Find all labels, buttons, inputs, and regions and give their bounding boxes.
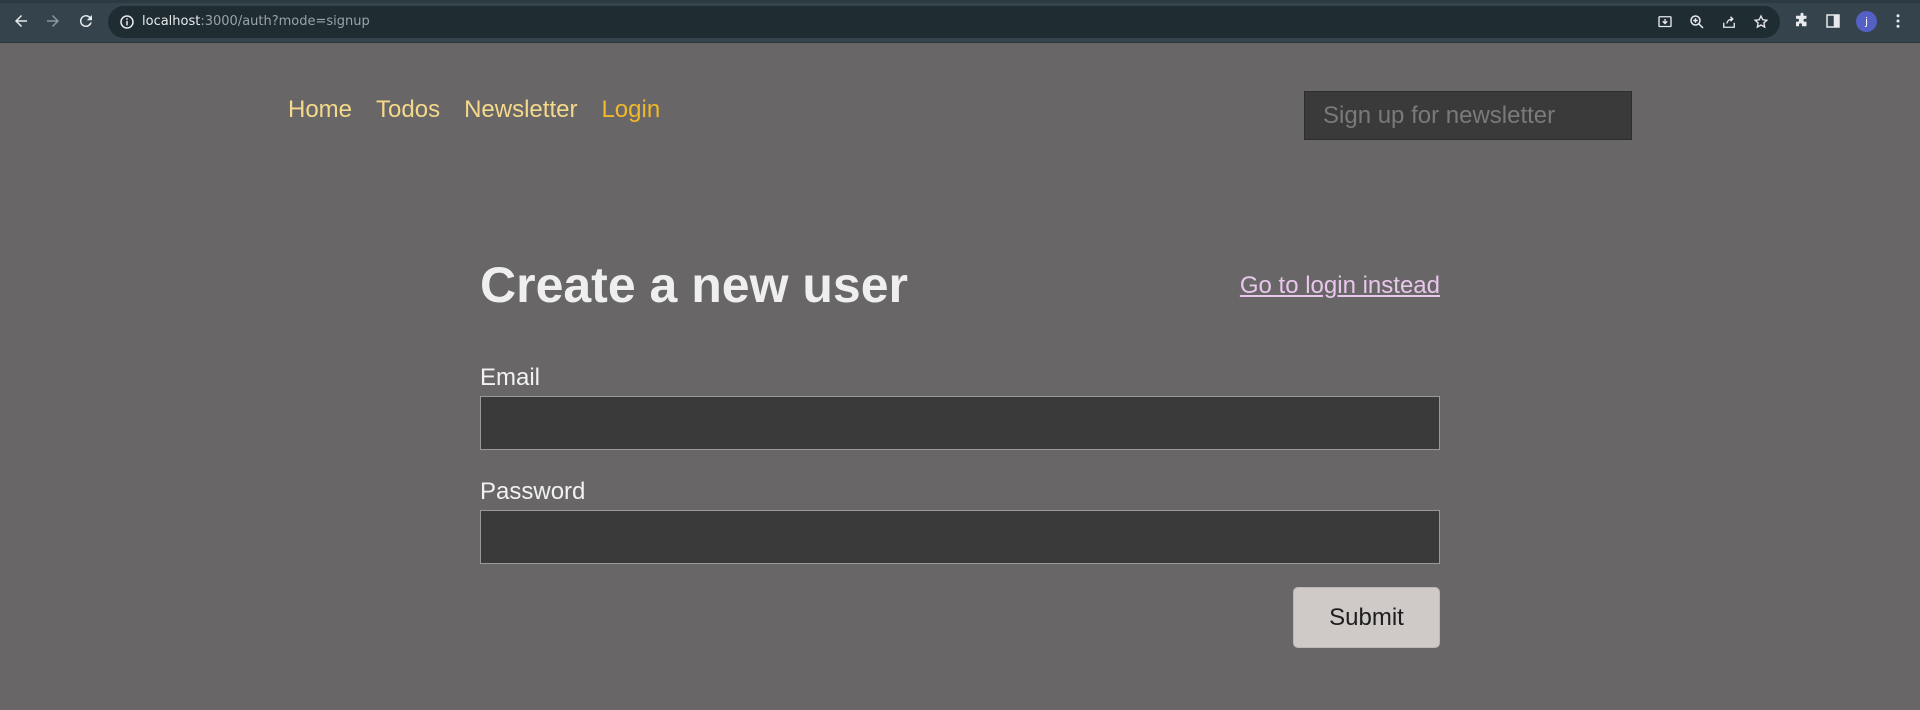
- menu-dots-icon[interactable]: [1889, 12, 1907, 30]
- forward-arrow-icon[interactable]: [41, 9, 65, 33]
- info-icon[interactable]: [118, 13, 136, 31]
- url-path: :3000/auth?mode=signup: [200, 14, 370, 29]
- password-field[interactable]: [480, 510, 1440, 564]
- share-icon[interactable]: [1720, 13, 1738, 31]
- avatar-letter: j: [1864, 15, 1869, 28]
- zoom-icon[interactable]: [1688, 13, 1706, 31]
- main-nav: Home Todos Newsletter Login: [288, 96, 660, 124]
- url-text[interactable]: localhost:3000/auth?mode=signup: [142, 14, 370, 29]
- install-icon[interactable]: [1656, 13, 1674, 31]
- form-title: Create a new user: [480, 257, 908, 313]
- reload-icon[interactable]: [74, 9, 98, 33]
- profile-avatar[interactable]: j: [1856, 11, 1877, 32]
- browser-toolbar: localhost:3000/auth?mode=signup j: [0, 0, 1920, 43]
- nav-newsletter-link[interactable]: Newsletter: [464, 96, 577, 124]
- submit-button[interactable]: Submit: [1293, 587, 1440, 648]
- email-label: Email: [480, 364, 541, 391]
- password-label: Password: [480, 478, 586, 505]
- newsletter-signup-input[interactable]: [1304, 91, 1632, 140]
- address-bar[interactable]: localhost:3000/auth?mode=signup: [108, 6, 1780, 38]
- extensions-icon[interactable]: [1793, 12, 1811, 30]
- nav-todos-link[interactable]: Todos: [376, 96, 440, 124]
- sidepanel-icon[interactable]: [1824, 12, 1842, 30]
- email-field[interactable]: [480, 396, 1440, 450]
- go-to-login-link[interactable]: Go to login instead: [1240, 272, 1440, 300]
- star-icon[interactable]: [1752, 13, 1770, 31]
- tab-strip-edge: [0, 0, 1920, 3]
- back-arrow-icon[interactable]: [9, 9, 33, 33]
- nav-login-link[interactable]: Login: [601, 96, 660, 124]
- url-host: localhost: [142, 14, 201, 29]
- nav-home-link[interactable]: Home: [288, 96, 352, 124]
